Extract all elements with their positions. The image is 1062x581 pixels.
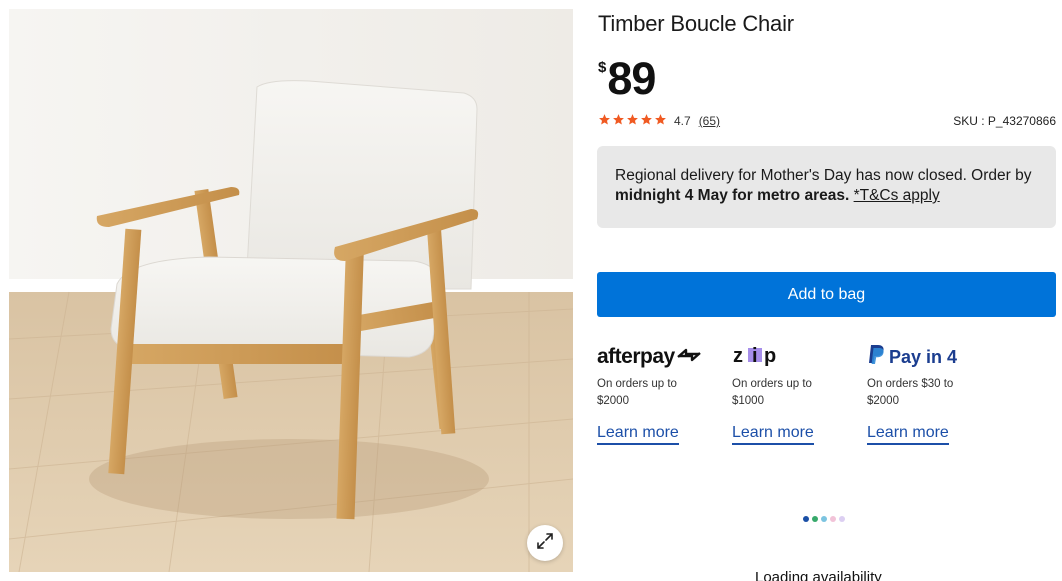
- svg-text:i: i: [752, 345, 758, 366]
- price-currency: $: [598, 59, 607, 76]
- star-icon: [612, 113, 625, 129]
- product-rating[interactable]: 4.7 (65): [598, 113, 720, 129]
- loading-dot: [812, 516, 818, 522]
- review-count-link[interactable]: (65): [699, 114, 720, 128]
- zip-logo: z i p: [732, 342, 862, 372]
- delivery-notice: Regional delivery for Mother's Day has n…: [597, 146, 1056, 228]
- svg-text:p: p: [764, 345, 776, 366]
- payment-option-zip: z i p On orders up to $1000 Learn more: [732, 342, 862, 445]
- payment-options: afterpay On orders up to $2000 Learn mor…: [597, 342, 997, 452]
- star-icon: [598, 113, 611, 129]
- afterpay-description: On orders up to $2000: [597, 378, 677, 407]
- paypal-icon: [867, 344, 885, 371]
- loading-dot: [803, 516, 809, 522]
- rating-stars: [598, 113, 667, 129]
- add-to-bag-button[interactable]: Add to bag: [597, 272, 1056, 317]
- star-icon: [626, 113, 639, 129]
- payment-option-afterpay: afterpay On orders up to $2000 Learn mor…: [597, 342, 727, 445]
- zip-learn-more-link[interactable]: Learn more: [732, 424, 814, 445]
- paypal-brand: Pay in 4: [889, 346, 958, 367]
- afterpay-logo: afterpay: [597, 342, 727, 372]
- expand-image-button[interactable]: [527, 525, 563, 561]
- paypal-logo: Pay in 4: [867, 342, 997, 372]
- svg-text:z: z: [733, 345, 743, 366]
- chair-photo: [9, 9, 573, 572]
- product-price: $ 89: [598, 53, 656, 104]
- afterpay-brand: afterpay: [597, 345, 675, 368]
- notice-text: Regional delivery for Mother's Day has n…: [615, 167, 1032, 184]
- loading-dot: [830, 516, 836, 522]
- price-amount: 89: [607, 53, 656, 104]
- star-icon: [640, 113, 653, 129]
- loading-dot: [821, 516, 827, 522]
- product-image[interactable]: [9, 9, 573, 572]
- loading-spinner: [803, 516, 845, 522]
- star-icon: [654, 113, 667, 129]
- rating-value: 4.7: [674, 114, 691, 128]
- zip-description: On orders up to $1000: [732, 378, 812, 407]
- product-title: Timber Boucle Chair: [598, 11, 794, 36]
- loading-availability-text: Loading availability: [755, 569, 882, 581]
- afterpay-icon: [675, 345, 703, 370]
- afterpay-learn-more-link[interactable]: Learn more: [597, 424, 679, 445]
- notice-bold-text: midnight 4 May for metro areas.: [615, 187, 850, 204]
- terms-link[interactable]: *T&Cs apply: [854, 187, 940, 204]
- expand-icon: [535, 531, 555, 556]
- product-sku: SKU : P_43270866: [953, 114, 1056, 128]
- paypal-description: On orders $30 to $2000: [867, 378, 954, 407]
- payment-option-paypal: Pay in 4 On orders $30 to $2000 Learn mo…: [867, 342, 997, 445]
- zip-icon: z i p: [732, 344, 786, 371]
- paypal-learn-more-link[interactable]: Learn more: [867, 424, 949, 445]
- loading-dot: [839, 516, 845, 522]
